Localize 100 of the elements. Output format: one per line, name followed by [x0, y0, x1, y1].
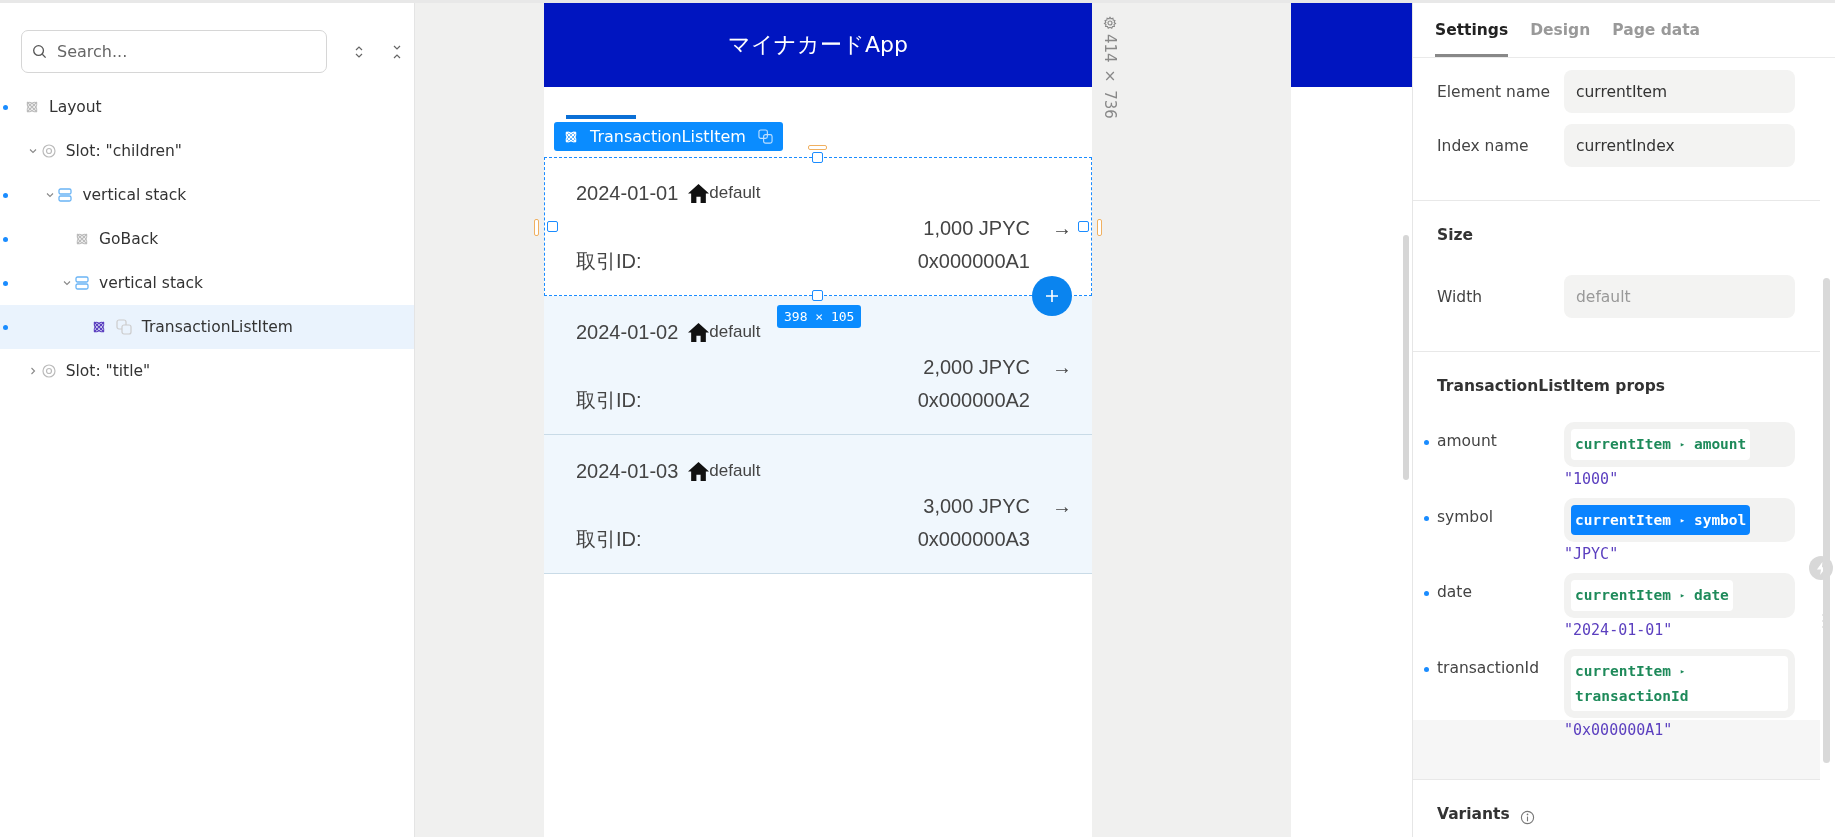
app-title: マイナカードApp — [728, 31, 908, 59]
input-field[interactable]: currentItem — [1564, 70, 1795, 113]
tree-item[interactable]: vertical stack — [0, 173, 414, 217]
search-field[interactable]: Search... — [21, 30, 327, 73]
prop-name: transactionId — [1437, 657, 1540, 679]
bound-dot — [1424, 591, 1429, 597]
inspector-tab[interactable]: Settings — [1435, 3, 1509, 57]
tree-item[interactable]: TransactionListItem — [0, 305, 414, 349]
transaction-date: 2024-01-02 — [576, 320, 679, 344]
go-back-drawing — [566, 115, 636, 119]
repeat-icon — [757, 129, 773, 144]
bound-dot — [3, 325, 8, 330]
padding-handle[interactable] — [1097, 219, 1102, 236]
scrollbar[interactable] — [1403, 235, 1409, 480]
home-icon — [688, 461, 710, 481]
section-heading: Variants — [1437, 804, 1510, 826]
resize-handle[interactable] — [812, 290, 823, 301]
tree-item-label: Slot: "children" — [65, 142, 182, 160]
settings-icon[interactable] — [1103, 16, 1117, 30]
transaction-id: 0x000000A2 — [917, 388, 1030, 412]
size-badge: 398 × 105 — [777, 305, 862, 328]
component-icon — [75, 232, 90, 246]
section-heading: TransactionListItem props — [1437, 376, 1667, 397]
tree-item-label: Slot: "title" — [65, 362, 151, 380]
bound-dot — [1424, 666, 1429, 672]
icon-label: default — [709, 183, 761, 203]
field-label: Element name — [1437, 82, 1552, 101]
padding-handle[interactable] — [534, 219, 539, 236]
arrow-glyph[interactable]: → — [1052, 355, 1072, 379]
tree-item[interactable]: GoBack — [0, 217, 414, 261]
prop-name: symbol — [1437, 506, 1494, 528]
prop-value: "JPYC" — [1564, 545, 1620, 564]
resize-handle[interactable] — [812, 152, 823, 163]
expand-all-icon[interactable] — [354, 44, 364, 59]
transaction-id: 0x000000A3 — [917, 527, 1030, 551]
tree-item[interactable]: Slot: "title" — [0, 349, 414, 393]
tree-item[interactable]: Layout — [0, 85, 414, 129]
bound-dot — [1424, 515, 1429, 521]
slot-icon — [41, 144, 56, 158]
prop-name: date — [1437, 582, 1473, 604]
section-heading: Size — [1437, 225, 1474, 246]
transaction-list-item[interactable]: 2024-01-01 default 1,000 JPYC → 取引ID: 0x000000A1 — [544, 157, 1092, 296]
transaction-amount: 1,000 JPYC — [923, 216, 1030, 240]
transaction-id-label: 取引ID: — [576, 387, 642, 413]
bound-dot — [3, 105, 8, 110]
plus-icon — [1045, 289, 1059, 303]
bound-dot — [3, 193, 8, 198]
binding-chip[interactable]: currentItem ▸ transactionId — [1571, 655, 1788, 712]
chevron-down-icon[interactable] — [45, 191, 54, 199]
component-tag-label: TransactionListItem — [590, 127, 746, 146]
binding-chip[interactable]: currentItem ▸ symbol — [1571, 504, 1751, 536]
tree-item[interactable]: vertical stack — [0, 261, 414, 305]
binding-field[interactable]: currentItem ▸ date — [1564, 573, 1795, 618]
collapse-all-icon[interactable] — [392, 44, 402, 59]
bound-dot — [3, 237, 8, 242]
transaction-id-label: 取引ID: — [576, 526, 642, 552]
chevron-down-icon[interactable] — [62, 279, 71, 287]
transaction-id: 0x000000A1 — [917, 249, 1030, 273]
binding-field[interactable]: currentItem ▸ symbol — [1564, 497, 1795, 543]
chevron-down-icon[interactable] — [29, 147, 38, 155]
field-label: Width — [1437, 287, 1484, 306]
transaction-list-item[interactable]: 2024-01-03 default 3,000 JPYC → 取引ID: 0x000000A3 — [544, 435, 1092, 574]
padding-handle[interactable] — [808, 145, 827, 150]
input-field[interactable]: default — [1564, 275, 1795, 318]
home-icon — [688, 183, 710, 203]
resize-handle[interactable] — [547, 221, 558, 232]
tree-item-label: GoBack — [99, 230, 159, 248]
chevron-right-icon[interactable] — [29, 367, 38, 375]
prop-value: "2024-01-01" — [1564, 620, 1674, 639]
binding-field[interactable]: currentItem ▸ amount — [1564, 422, 1795, 467]
transaction-date: 2024-01-03 — [576, 459, 679, 483]
arrow-glyph[interactable]: → — [1052, 494, 1072, 518]
scrollbar[interactable] — [1823, 278, 1830, 763]
component-icon — [25, 100, 39, 114]
input-field[interactable]: currentIndex — [1564, 124, 1795, 167]
binding-chip[interactable]: currentItem ▸ date — [1571, 580, 1733, 611]
tree-item-label: TransactionListItem — [141, 318, 293, 336]
prop-value: "1000" — [1564, 469, 1620, 488]
component-icon — [564, 129, 578, 144]
tree-item-label: vertical stack — [99, 274, 203, 292]
binding-chip[interactable]: currentItem ▸ amount — [1571, 429, 1751, 460]
tree-item-label: vertical stack — [82, 186, 187, 204]
icon-label: default — [709, 322, 761, 342]
component-icon — [91, 320, 106, 334]
binding-field[interactable]: currentItem ▸ transactionId — [1564, 648, 1795, 719]
prop-name: amount — [1437, 431, 1498, 452]
prop-value: "0x000000A1" — [1564, 721, 1674, 740]
transaction-date: 2024-01-01 — [576, 181, 679, 205]
transaction-amount: 2,000 JPYC — [923, 355, 1030, 379]
tree-item[interactable]: Slot: "children" — [0, 129, 414, 173]
icon-label: default — [709, 461, 761, 481]
transaction-amount: 3,000 JPYC — [923, 494, 1030, 518]
bound-dot — [1424, 440, 1429, 445]
transaction-id-label: 取引ID: — [576, 248, 642, 274]
resize-handle[interactable] — [1078, 221, 1089, 232]
arrow-glyph[interactable]: → — [1052, 216, 1072, 240]
home-icon — [688, 322, 710, 342]
search-icon — [32, 44, 47, 59]
slot-icon — [41, 364, 56, 378]
info-icon[interactable] — [1519, 809, 1535, 825]
